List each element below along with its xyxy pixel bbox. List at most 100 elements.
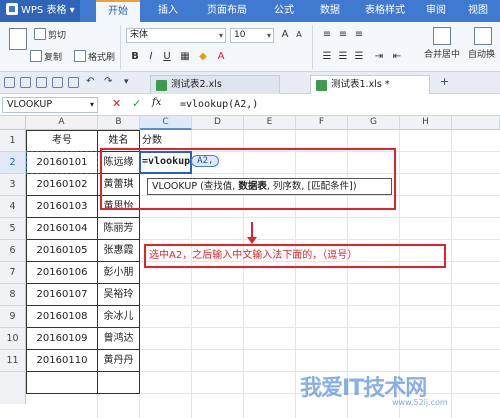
cell-a7[interactable]: 20160106 — [27, 262, 97, 284]
cell-a1[interactable]: 考号 — [27, 130, 97, 152]
watermark-url: www.52ij.com — [392, 398, 448, 407]
cell-a8[interactable]: 20160107 — [27, 284, 97, 306]
merge-cells-icon — [433, 27, 451, 45]
shrink-font-icon[interactable]: A — [292, 28, 306, 42]
folder-icon[interactable] — [4, 77, 15, 88]
column-header-c[interactable]: C — [140, 116, 192, 130]
doc-tab-label: 测试表1.xls * — [331, 79, 390, 90]
spreadsheet-file-icon — [156, 80, 167, 91]
tab-data[interactable]: 数据 — [310, 0, 350, 22]
row-header[interactable]: 2 — [0, 152, 26, 174]
column-header-h[interactable]: H — [400, 116, 452, 130]
export-pdf-icon[interactable] — [68, 77, 79, 88]
cell-a11[interactable]: 20160110 — [27, 350, 97, 372]
cell-a10[interactable]: 20160109 — [27, 328, 97, 350]
insert-function-icon[interactable]: fx — [152, 97, 161, 108]
align-middle-icon[interactable]: ≡ — [336, 28, 350, 42]
cell-a4[interactable]: 20160103 — [27, 196, 97, 218]
cut-button[interactable]: 剪切 — [34, 28, 66, 41]
print-icon[interactable] — [36, 77, 47, 88]
annotation-highlight-box — [100, 148, 396, 210]
column-header-b[interactable]: B — [98, 116, 140, 130]
format-painter-button[interactable]: 格式刷 — [74, 50, 115, 63]
row-header[interactable]: 9 — [0, 306, 26, 328]
font-color-icon[interactable]: A — [214, 50, 228, 64]
row-header[interactable]: 4 — [0, 196, 26, 218]
align-left-icon[interactable]: ☰ — [320, 50, 334, 64]
column-header-f[interactable]: F — [296, 116, 348, 130]
save-icon[interactable] — [20, 77, 31, 88]
grow-font-icon[interactable]: A — [278, 28, 292, 42]
column-header-a[interactable]: A — [26, 116, 98, 130]
align-right-icon[interactable]: ☰ — [352, 50, 366, 64]
formula-input[interactable]: =vlookup(A2,) — [180, 98, 258, 112]
scissors-icon — [34, 28, 46, 40]
wrap-text-icon — [474, 27, 492, 45]
print-preview-icon[interactable] — [52, 77, 63, 88]
paste-button[interactable] — [6, 26, 30, 66]
doc-tab-test1[interactable]: 测试表1.xls * — [310, 75, 430, 94]
confirm-formula-icon[interactable]: ✓ — [132, 97, 141, 110]
row-header[interactable]: 6 — [0, 240, 26, 262]
tab-view[interactable]: 视图 — [460, 0, 496, 22]
brush-icon — [74, 50, 86, 62]
name-box[interactable]: VLOOKUP — [2, 97, 98, 113]
tab-insert[interactable]: 插入 — [148, 0, 188, 22]
tab-page-layout[interactable]: 页面布局 — [196, 0, 258, 22]
merge-center-button[interactable]: 合并居中 — [422, 26, 462, 70]
ribbon-divider — [120, 25, 121, 69]
ribbon: 剪切 复制 格式刷 宋体 10 A A B I U ▦ ◆ A ≡ ≡ ≡ ☰ … — [0, 22, 500, 72]
cell-b9[interactable]: 余冰儿 — [98, 306, 139, 328]
app-menu-button[interactable]: WPS 表格 ▾ — [0, 0, 80, 22]
column-header-e[interactable]: E — [244, 116, 296, 130]
row-header[interactable]: 1 — [0, 130, 26, 152]
align-bottom-icon[interactable]: ≡ — [352, 28, 366, 42]
column-header-g[interactable]: G — [348, 116, 400, 130]
tab-table-style[interactable]: 表格样式 — [356, 0, 414, 22]
italic-icon[interactable]: I — [144, 50, 158, 64]
customize-toolbar-icon[interactable]: ▾ — [124, 77, 129, 87]
row-header[interactable]: 3 — [0, 174, 26, 196]
font-size-select[interactable]: 10 — [230, 28, 274, 43]
indent-icon[interactable]: ⇥ — [372, 50, 386, 64]
undo-icon[interactable]: ↶ — [86, 76, 94, 87]
align-top-icon[interactable]: ≡ — [320, 28, 334, 42]
redo-icon[interactable]: ↷ — [104, 76, 112, 87]
tab-review[interactable]: 审阅 — [418, 0, 454, 22]
cell-a3[interactable]: 20160102 — [27, 174, 97, 196]
new-tab-icon[interactable]: + — [440, 75, 449, 88]
cell-a6[interactable]: 20160105 — [27, 240, 97, 262]
select-all-corner[interactable] — [0, 116, 26, 130]
row-header[interactable]: 5 — [0, 218, 26, 240]
tab-formulas[interactable]: 公式 — [264, 0, 304, 22]
row-header[interactable]: 8 — [0, 284, 26, 306]
row-header-blank — [0, 372, 26, 404]
cell-b11[interactable]: 黄丹丹 — [98, 350, 139, 372]
fill-color-icon[interactable]: ◆ — [196, 50, 210, 64]
ribbon-divider — [312, 25, 313, 69]
cell-a9[interactable]: 20160108 — [27, 306, 97, 328]
bold-icon[interactable]: B — [128, 50, 142, 64]
row-header[interactable]: 11 — [0, 350, 26, 372]
tab-home[interactable]: 开始 — [96, 0, 140, 22]
copy-button[interactable]: 复制 — [30, 50, 62, 63]
cell-b8[interactable]: 吴裕玲 — [98, 284, 139, 306]
doc-tab-test2[interactable]: 测试表2.xls — [150, 75, 280, 94]
cell-b6[interactable]: 张惠霞 — [98, 240, 139, 262]
font-name-select[interactable]: 宋体 — [126, 28, 226, 43]
auto-wrap-button[interactable]: 自动换 — [468, 26, 500, 70]
cell-a5[interactable]: 20160104 — [27, 218, 97, 240]
align-center-icon[interactable]: ☰ — [336, 50, 350, 64]
row-header[interactable]: 10 — [0, 328, 26, 350]
cell-b7[interactable]: 彭小朋 — [98, 262, 139, 284]
underline-icon[interactable]: U — [160, 50, 174, 64]
merge-center-label: 合并居中 — [423, 50, 460, 60]
outdent-icon[interactable]: ⇤ — [390, 50, 404, 64]
column-header-d[interactable]: D — [192, 116, 244, 130]
cancel-formula-icon[interactable]: ✕ — [112, 97, 121, 110]
row-header[interactable]: 7 — [0, 262, 26, 284]
border-icon[interactable]: ▦ — [178, 50, 192, 64]
cell-b5[interactable]: 陈丽芳 — [98, 218, 139, 240]
cell-b10[interactable]: 曾鸿达 — [98, 328, 139, 350]
arrow-down-icon — [247, 237, 257, 244]
